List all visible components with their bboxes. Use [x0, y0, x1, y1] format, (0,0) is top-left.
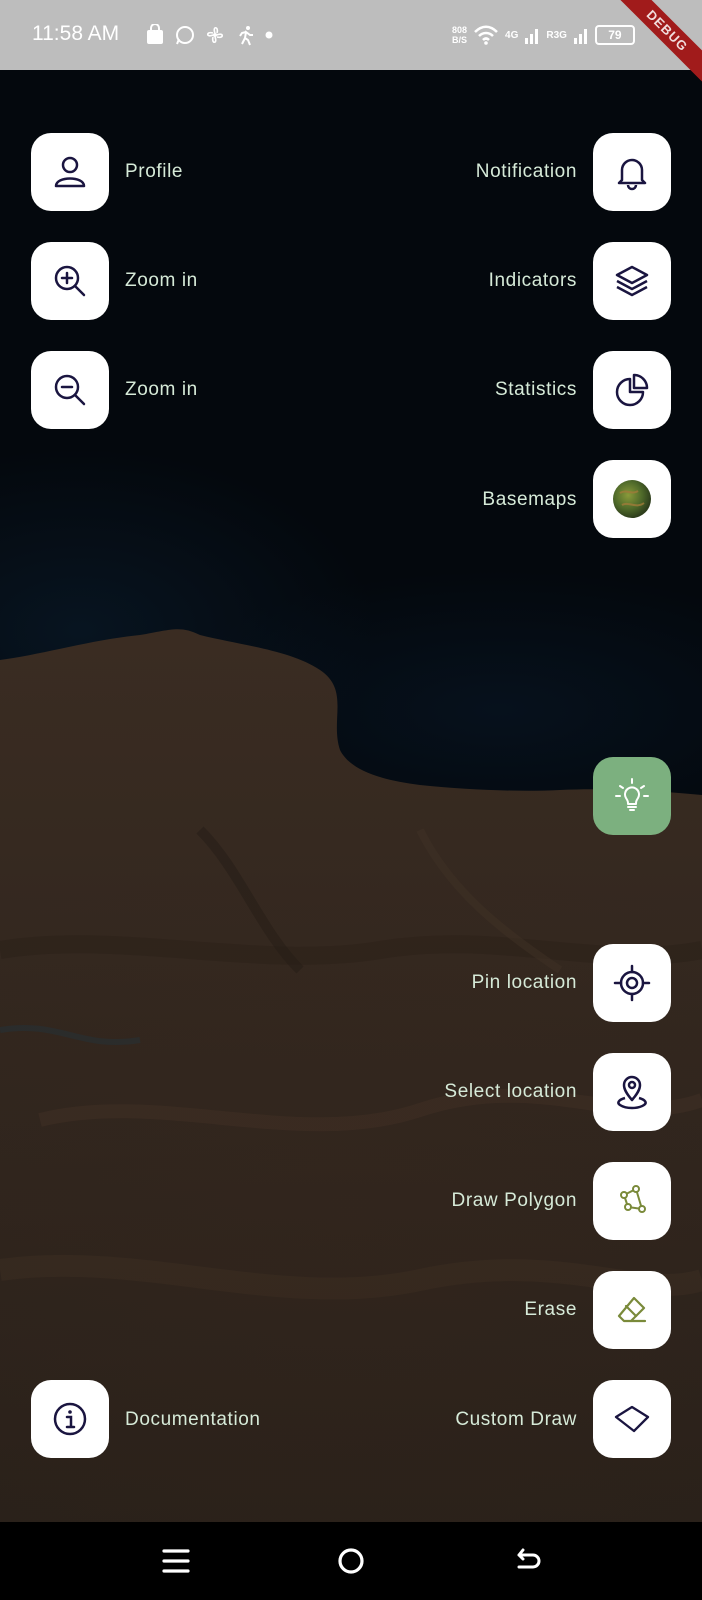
status-time: 11:58 AM: [32, 22, 120, 45]
pin-location-button[interactable]: [593, 944, 671, 1022]
whatsapp-icon: [174, 24, 196, 46]
eraser-icon: [617, 1296, 647, 1323]
status-system-icons: 808 B/S 4G R3G 79: [452, 20, 635, 50]
layers-icon: [615, 265, 649, 297]
signal-icon-2: [573, 25, 589, 45]
basemaps-button[interactable]: [593, 460, 671, 538]
back-icon: [517, 1548, 541, 1569]
notification-label: Notification: [475, 161, 577, 182]
running-icon: [234, 24, 256, 46]
custom-draw-button[interactable]: [593, 1380, 671, 1458]
draw-polygon-label: Draw Polygon: [451, 1190, 577, 1211]
globe-thumbnail-icon: [613, 480, 651, 518]
erase-button[interactable]: [593, 1271, 671, 1349]
polygon-icon: [620, 1185, 646, 1213]
user-icon: [54, 156, 86, 188]
signal-icon: [524, 25, 540, 45]
map-pin-icon: [617, 1075, 647, 1110]
statistics-label: Statistics: [494, 379, 577, 400]
status-notification-icons: [144, 22, 274, 48]
lightbulb-button[interactable]: [593, 757, 671, 835]
home-nav-button[interactable]: [336, 1546, 366, 1576]
network-4g: 4G: [505, 29, 519, 41]
draw-polygon-button[interactable]: [593, 1162, 671, 1240]
wifi-icon: [473, 24, 499, 46]
battery-indicator: 79: [594, 25, 635, 45]
pie-chart-icon: [615, 373, 649, 407]
back-nav-button[interactable]: [513, 1546, 543, 1576]
diamond-shape-icon: [614, 1405, 650, 1433]
speed-value: 808: [452, 25, 468, 35]
menu-icon: [162, 1549, 190, 1573]
select-location-label: Select location: [444, 1081, 577, 1102]
lightbulb-icon: [615, 778, 649, 811]
crosshair-icon: [613, 964, 651, 1002]
zoom-out-icon: [54, 374, 86, 406]
statistics-button[interactable]: [593, 351, 671, 429]
profile-label: Profile: [125, 161, 184, 182]
select-location-button[interactable]: [593, 1053, 671, 1131]
profile-button[interactable]: [31, 133, 109, 211]
notification-button[interactable]: [593, 133, 671, 211]
menu-nav-button[interactable]: [161, 1546, 191, 1576]
erase-label: Erase: [524, 1299, 577, 1320]
shopping-bag-icon: [144, 23, 166, 46]
network-speed: 808 B/S: [452, 25, 467, 45]
basemaps-label: Basemaps: [482, 489, 577, 510]
custom-draw-label: Custom Draw: [455, 1409, 577, 1430]
android-nav-bar: [0, 1522, 702, 1600]
zoom-in-icon: [54, 265, 86, 297]
bell-icon: [617, 158, 647, 191]
pin-location-label: Pin location: [471, 972, 577, 993]
documentation-button[interactable]: [31, 1380, 109, 1458]
zoom-in-label: Zoom in: [125, 270, 198, 291]
indicators-label: Indicators: [488, 270, 577, 291]
documentation-label: Documentation: [125, 1409, 261, 1430]
indicators-button[interactable]: [593, 242, 671, 320]
home-circle-icon: [338, 1548, 364, 1574]
zoom-out-button[interactable]: [31, 351, 109, 429]
zoom-in-button[interactable]: [31, 242, 109, 320]
fan-icon: [204, 24, 226, 46]
zoom-out-label: Zoom in: [125, 379, 198, 400]
info-icon: [53, 1402, 87, 1436]
dot-icon: [264, 24, 274, 46]
speed-unit: B/S: [452, 35, 468, 45]
network-r3g: R3G: [546, 29, 567, 41]
status-bar: 11:58 AM 808 B/S 4G R3G 79 DEBUG: [0, 0, 702, 85]
